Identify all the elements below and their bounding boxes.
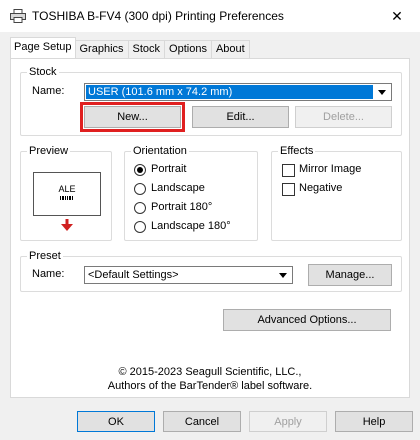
close-icon: ✕ bbox=[391, 7, 403, 24]
stock-group: Stock Name: USER (101.6 mm x 74.2 mm) Ne… bbox=[20, 65, 402, 136]
radio-landscape-180[interactable] bbox=[134, 221, 146, 233]
copyright-line-1: © 2015-2023 Seagull Scientific, LLC., bbox=[118, 366, 302, 378]
close-button[interactable]: ✕ bbox=[374, 0, 420, 32]
stock-name-value: USER (101.6 mm x 74.2 mm) bbox=[86, 85, 373, 99]
stock-group-label: Stock bbox=[27, 65, 59, 79]
preset-name-label: Name: bbox=[32, 268, 65, 280]
title-bar: TOSHIBA B-FV4 (300 dpi) Printing Prefere… bbox=[0, 0, 420, 32]
orientation-group-label: Orientation bbox=[131, 144, 189, 158]
preset-name-value: <Default Settings> bbox=[88, 269, 179, 281]
tab-graphics[interactable]: Graphics bbox=[74, 40, 129, 58]
barcode-icon bbox=[60, 196, 73, 200]
stock-name-label: Name: bbox=[32, 85, 65, 97]
new-stock-button[interactable]: New... bbox=[84, 106, 181, 128]
portrait-label: Portrait bbox=[151, 163, 187, 175]
radio-portrait[interactable] bbox=[134, 164, 146, 176]
radio-portrait-180[interactable] bbox=[134, 202, 146, 214]
manage-presets-button[interactable]: Manage... bbox=[308, 264, 392, 286]
effects-group-label: Effects bbox=[278, 144, 316, 158]
label-preview: ALE bbox=[33, 172, 101, 216]
apply-button[interactable]: Apply bbox=[249, 411, 327, 432]
delete-stock-button[interactable]: Delete... bbox=[295, 106, 392, 128]
stock-name-select[interactable]: USER (101.6 mm x 74.2 mm) bbox=[84, 83, 392, 101]
tab-bar: Page Setup Graphics Stock Options About bbox=[10, 37, 250, 58]
landscape-180-label: Landscape 180° bbox=[151, 220, 231, 232]
edit-stock-button[interactable]: Edit... bbox=[192, 106, 289, 128]
landscape-label: Landscape bbox=[151, 182, 205, 194]
mirror-image-label: Mirror Image bbox=[299, 163, 362, 175]
cancel-button[interactable]: Cancel bbox=[163, 411, 241, 432]
portrait-180-label: Portrait 180° bbox=[151, 201, 213, 213]
tab-page-setup[interactable]: Page Setup bbox=[10, 37, 76, 58]
page-setup-panel: Stock Name: USER (101.6 mm x 74.2 mm) Ne… bbox=[10, 58, 410, 398]
advanced-options-button[interactable]: Advanced Options... bbox=[223, 309, 391, 331]
effects-group: Effects Mirror Image Negative bbox=[271, 144, 402, 241]
feed-direction-arrow-icon bbox=[61, 219, 73, 231]
preview-group-label: Preview bbox=[27, 144, 71, 158]
chevron-down-icon bbox=[374, 85, 390, 99]
help-button[interactable]: Help bbox=[335, 411, 413, 432]
negative-label: Negative bbox=[299, 182, 343, 194]
preview-group: Preview ALE bbox=[20, 144, 112, 241]
tab-stock[interactable]: Stock bbox=[127, 40, 166, 58]
preset-name-select[interactable]: <Default Settings> bbox=[84, 266, 293, 284]
copyright-line-2: Authors of the BarTender® label software… bbox=[107, 380, 313, 392]
negative-checkbox[interactable] bbox=[282, 183, 295, 196]
orientation-group: Orientation Portrait Landscape Portrait … bbox=[124, 144, 258, 241]
preset-group: Preset Name: <Default Settings> Manage..… bbox=[20, 249, 402, 292]
radio-landscape[interactable] bbox=[134, 183, 146, 195]
chevron-down-icon bbox=[275, 268, 291, 282]
mirror-image-checkbox[interactable] bbox=[282, 164, 295, 177]
window-title: TOSHIBA B-FV4 (300 dpi) Printing Prefere… bbox=[32, 9, 284, 23]
tab-about[interactable]: About bbox=[210, 40, 250, 58]
preview-sample-text: ALE bbox=[58, 184, 76, 194]
tab-options[interactable]: Options bbox=[164, 40, 212, 58]
preset-group-label: Preset bbox=[27, 249, 63, 263]
ok-button[interactable]: OK bbox=[77, 411, 155, 432]
printer-icon bbox=[10, 9, 26, 23]
